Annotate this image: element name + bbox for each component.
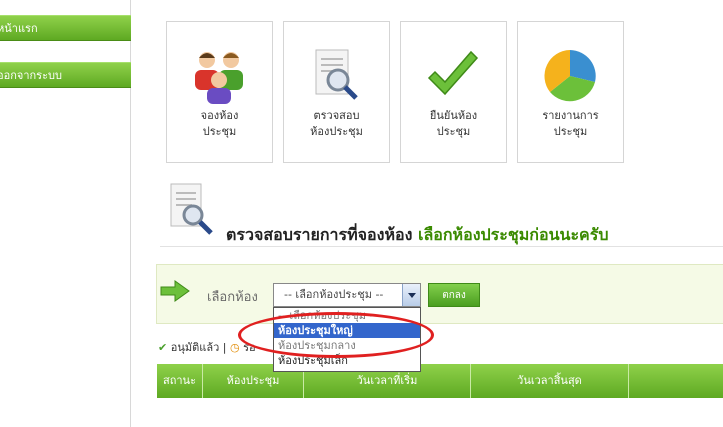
sidebar-item-home[interactable]: หน้าแรก [0, 15, 131, 41]
room-select-dropdown: -- เลือกห้องประชุม -- ห้องประชุมใหญ่ ห้อ… [273, 307, 421, 372]
sidebar: หน้าแรก ออกจากระบบ [0, 0, 131, 427]
dropdown-option[interactable]: ห้องประชุมกลาง [274, 338, 420, 353]
dropdown-option[interactable]: -- เลือกห้องประชุม -- [274, 308, 420, 323]
legend-pending: รอ [243, 341, 256, 354]
sidebar-item-label: ออกจากระบบ [0, 69, 62, 82]
page-title-hint: เลือกห้องประชุมก่อนนะครับ [417, 225, 609, 244]
tile-label: ยืนยันห้อง ประชุม [429, 109, 478, 138]
tile-book-room[interactable]: จองห้อง ประชุม [166, 21, 273, 163]
dropdown-option[interactable]: ห้องประชุมเล็ก [274, 353, 420, 368]
tile-confirm-room[interactable]: ยืนยันห้อง ประชุม [400, 21, 507, 163]
checkmark-icon [427, 50, 479, 96]
column-header: วันเวลาสิ้นสุด [471, 364, 629, 398]
room-select-label: เลือกห้อง [207, 290, 258, 305]
document-search-icon [315, 49, 358, 100]
dropdown-option-selected[interactable]: ห้องประชุมใหญ่ [274, 323, 420, 338]
column-header [629, 364, 723, 398]
tile-label: รายงานการ ประชุม [542, 109, 599, 138]
chevron-down-icon[interactable] [402, 284, 420, 306]
document-search-icon [170, 183, 213, 235]
column-header: สถานะ [157, 364, 203, 398]
room-select[interactable]: -- เลือกห้องประชุม -- [273, 283, 421, 307]
page: หน้าแรก ออกจากระบบ จองห้อง ประชุม ตรวจสอ… [0, 0, 723, 427]
booking-table-header: สถานะ ห้องประชุม วันเวลาที่เริ่ม วันเวลา… [157, 364, 723, 398]
pie-chart-icon [544, 50, 596, 102]
tile-label: จองห้อง ประชุม [200, 109, 239, 138]
page-title: ตรวจสอบรายการที่จองห้อง เลือกห้องประชุมก… [226, 223, 609, 248]
page-title-text: ตรวจสอบรายการที่จองห้อง [226, 225, 413, 244]
sidebar-item-logout[interactable]: ออกจากระบบ [0, 62, 131, 88]
tile-label: ตรวจสอบ ห้องประชุม [310, 109, 363, 138]
divider [160, 246, 723, 247]
ok-button[interactable]: ตกลง [428, 283, 480, 307]
room-select-value: -- เลือกห้องประชุม -- [284, 288, 384, 301]
legend-approved: อนุมัติแล้ว | [170, 341, 227, 354]
check-icon: ✔ [158, 341, 168, 354]
sidebar-item-label: หน้าแรก [0, 22, 38, 35]
status-legend: ✔ อนุมัติแล้ว | ◷ รอ [158, 338, 256, 356]
people-icon [195, 52, 243, 104]
tile-check-room[interactable]: ตรวจสอบ ห้องประชุม [283, 21, 390, 163]
arrow-right-icon [160, 280, 190, 302]
clock-icon: ◷ [229, 341, 240, 354]
tile-meeting-report[interactable]: รายงานการ ประชุม [517, 21, 624, 163]
